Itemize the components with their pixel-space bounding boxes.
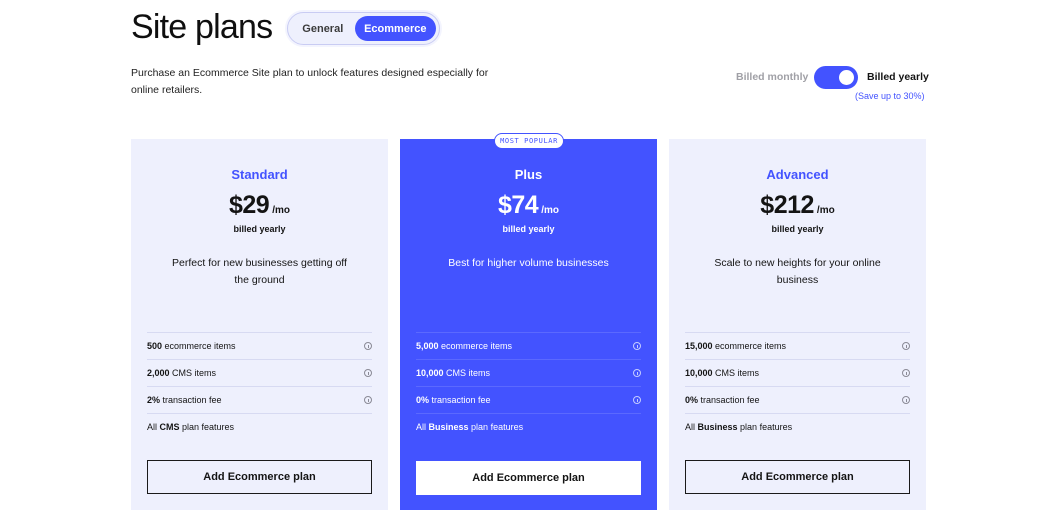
feature-value: 10,000 xyxy=(685,368,713,378)
tab-ecommerce[interactable]: Ecommerce xyxy=(354,16,436,41)
tab-general[interactable]: General xyxy=(291,16,355,41)
feature-row: All CMS plan features xyxy=(147,413,372,440)
plan-price: $74 xyxy=(498,191,539,219)
plan-name: Plus xyxy=(514,167,543,182)
feature-label: plan features xyxy=(179,422,235,432)
feature-value: 500 xyxy=(147,341,163,351)
feature-label: ecommerce items xyxy=(438,341,513,351)
billing-period: billed yearly xyxy=(233,224,286,234)
price-row: $29 /mo xyxy=(131,191,388,220)
feature-prefix: All xyxy=(416,422,429,432)
feature-value: Business xyxy=(697,422,738,432)
feature-label: transaction fee xyxy=(160,395,222,405)
plan-card-plus: MOST POPULAR Plus $74 /mo billed yearly … xyxy=(400,133,657,510)
feature-value: 5,000 xyxy=(416,341,439,351)
price-row: $212 /mo xyxy=(669,191,926,220)
feature-row: 500 ecommerce items xyxy=(147,332,372,359)
info-icon[interactable] xyxy=(364,396,372,404)
billing-toggle[interactable] xyxy=(814,66,858,89)
feature-row: 5,000 ecommerce items xyxy=(416,332,641,359)
page-title: Site plans xyxy=(131,8,273,46)
feature-row: 2% transaction fee xyxy=(147,386,372,413)
feature-value: 10,000 xyxy=(416,368,444,378)
most-popular-badge: MOST POPULAR xyxy=(494,133,564,149)
price-period: /mo xyxy=(272,205,290,216)
page-description: Purchase an Ecommerce Site plan to unloc… xyxy=(131,67,489,96)
feature-row: 0% transaction fee xyxy=(685,386,910,413)
feature-value: 0% xyxy=(685,395,699,405)
plan-price: $212 xyxy=(760,191,814,219)
feature-label: ecommerce items xyxy=(162,341,236,351)
plan-tagline: Scale to new heights for your online bus… xyxy=(714,257,881,286)
plan-price: $29 xyxy=(229,191,270,219)
billed-monthly-label[interactable]: Billed monthly xyxy=(736,71,808,83)
feature-label: ecommerce items xyxy=(712,341,787,351)
feature-label: plan features xyxy=(737,422,793,432)
add-ecommerce-plan-button[interactable]: Add Ecommerce plan xyxy=(416,461,641,495)
price-row: $74 /mo xyxy=(400,191,657,220)
feature-label: transaction fee xyxy=(429,395,491,405)
info-icon[interactable] xyxy=(633,369,641,377)
feature-value: 0% xyxy=(416,395,430,405)
plan-card-standard: Standard $29 /mo billed yearly Perfect f… xyxy=(131,139,388,510)
billing-period: billed yearly xyxy=(502,224,555,234)
feature-label: plan features xyxy=(468,422,524,432)
toggle-knob xyxy=(839,70,854,85)
feature-row: All Business plan features xyxy=(416,413,641,440)
add-ecommerce-plan-button[interactable]: Add Ecommerce plan xyxy=(685,460,910,494)
feature-row: 15,000 ecommerce items xyxy=(685,332,910,359)
billed-yearly-label[interactable]: Billed yearly xyxy=(867,71,929,83)
info-icon[interactable] xyxy=(364,342,372,350)
feature-label: CMS items xyxy=(169,368,217,378)
feature-list: 15,000 ecommerce items 10,000 CMS items … xyxy=(685,332,910,440)
plan-name: Standard xyxy=(231,167,288,182)
feature-value: 2,000 xyxy=(147,368,170,378)
feature-label: transaction fee xyxy=(698,395,760,405)
feature-label: CMS items xyxy=(443,368,491,378)
plan-tagline: Best for higher volume businesses xyxy=(448,257,609,269)
feature-list: 5,000 ecommerce items 10,000 CMS items 0… xyxy=(416,332,641,440)
feature-prefix: All xyxy=(147,422,160,432)
feature-value: CMS xyxy=(159,422,180,432)
info-icon[interactable] xyxy=(633,396,641,404)
info-icon[interactable] xyxy=(902,396,910,404)
feature-prefix: All xyxy=(685,422,698,432)
feature-row: 10,000 CMS items xyxy=(685,359,910,386)
plan-tagline: Perfect for new businesses getting off t… xyxy=(172,257,347,286)
info-icon[interactable] xyxy=(902,369,910,377)
plan-card-advanced: Advanced $212 /mo billed yearly Scale to… xyxy=(669,139,926,510)
save-note: (Save up to 30%) xyxy=(855,91,925,101)
feature-list: 500 ecommerce items 2,000 CMS items 2% t… xyxy=(147,332,372,440)
feature-row: 0% transaction fee xyxy=(416,386,641,413)
feature-value: 2% xyxy=(147,395,161,405)
feature-row: 2,000 CMS items xyxy=(147,359,372,386)
feature-row: All Business plan features xyxy=(685,413,910,440)
feature-value: 15,000 xyxy=(685,341,713,351)
plan-type-switch: General Ecommerce xyxy=(287,12,440,45)
billing-period: billed yearly xyxy=(771,224,824,234)
info-icon[interactable] xyxy=(902,342,910,350)
price-period: /mo xyxy=(816,205,835,216)
feature-label: CMS items xyxy=(712,368,760,378)
price-period: /mo xyxy=(541,205,559,216)
feature-row: 10,000 CMS items xyxy=(416,359,641,386)
info-icon[interactable] xyxy=(633,342,641,350)
info-icon[interactable] xyxy=(364,369,372,377)
feature-value: Business xyxy=(428,422,469,432)
plan-name: Advanced xyxy=(766,167,829,182)
add-ecommerce-plan-button[interactable]: Add Ecommerce plan xyxy=(147,460,372,494)
